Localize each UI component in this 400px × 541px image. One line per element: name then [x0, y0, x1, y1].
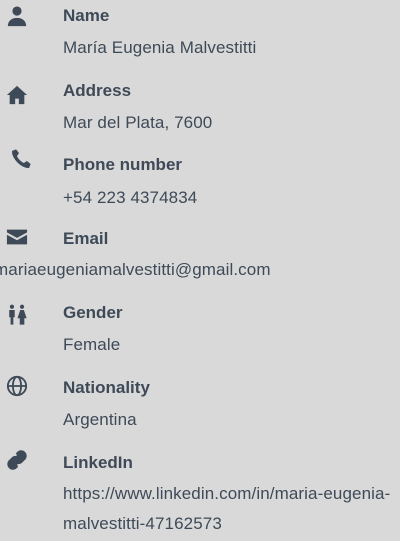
linkedin-label: LinkedIn: [63, 453, 133, 472]
gender-icon: [4, 302, 30, 328]
envelope-icon: [4, 224, 30, 250]
phone-icon: [8, 146, 34, 172]
link-icon: [4, 447, 30, 473]
name-label: Name: [63, 6, 110, 25]
name-value: María Eugenia Malvestitti: [63, 38, 257, 57]
person-icon: [4, 4, 30, 30]
address-label: Address: [63, 81, 132, 100]
email-value: mariaeugeniamalvestitti@gmail.com: [0, 260, 271, 279]
nationality-label: Nationality: [63, 378, 150, 397]
phone-value: +54 223 4374834: [63, 188, 198, 207]
nationality-value: Argentina: [63, 410, 137, 429]
address-value: Mar del Plata, 7600: [63, 113, 213, 132]
linkedin-link[interactable]: https://www.linkedin.com/in/maria-eugeni…: [63, 479, 398, 539]
home-icon: [4, 82, 30, 108]
email-label: Email: [63, 229, 109, 248]
gender-value: Female: [63, 335, 121, 354]
phone-label: Phone number: [63, 155, 183, 174]
gender-label: Gender: [63, 303, 123, 322]
globe-icon: [4, 373, 30, 399]
